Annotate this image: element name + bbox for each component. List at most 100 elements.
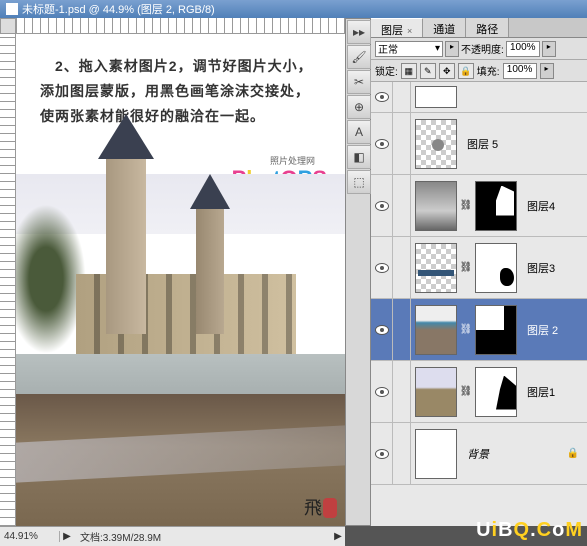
eye-icon bbox=[375, 92, 389, 102]
layer-thumb[interactable] bbox=[415, 181, 457, 231]
layer-thumb[interactable] bbox=[415, 367, 457, 417]
visibility-toggle[interactable] bbox=[371, 113, 393, 174]
layer-thumb[interactable] bbox=[415, 305, 457, 355]
mask-link-icon[interactable]: ⛓ bbox=[461, 181, 471, 231]
mask-thumb[interactable] bbox=[475, 243, 517, 293]
layer-name[interactable]: 图层1 bbox=[521, 384, 561, 400]
visibility-toggle[interactable] bbox=[371, 237, 393, 298]
close-icon[interactable]: × bbox=[407, 26, 412, 36]
eye-icon bbox=[375, 325, 389, 335]
layer-name[interactable]: 图层 2 bbox=[521, 322, 564, 338]
eye-icon bbox=[375, 263, 389, 273]
composite-image bbox=[16, 174, 345, 526]
link-col[interactable] bbox=[393, 237, 411, 298]
mask-thumb[interactable] bbox=[475, 305, 517, 355]
fill-label: 填充: bbox=[477, 63, 500, 78]
canvas-content: 2、拖入素材图片2，调节好图片大小，添加图层蒙版，用黑色画笔涂沫交接处，使两张素… bbox=[16, 34, 345, 526]
status-arrow[interactable]: ▶ bbox=[60, 531, 74, 542]
canvas[interactable]: 2、拖入素材图片2，调节好图片大小，添加图层蒙版，用黑色画笔涂沫交接处，使两张素… bbox=[16, 34, 345, 526]
vertical-toolbar: ▸▸ 🖌 ✂ ⊕ A ◧ ⬚ bbox=[345, 18, 371, 526]
eye-icon bbox=[375, 139, 389, 149]
layer-name[interactable]: 图层4 bbox=[521, 198, 561, 214]
eye-icon bbox=[375, 201, 389, 211]
link-col[interactable] bbox=[393, 299, 411, 360]
layer-row[interactable]: ⛓ 图层4 bbox=[371, 175, 587, 237]
tool-brush-icon[interactable]: 🖌 bbox=[347, 45, 371, 69]
watermark: UiBQ.CoM bbox=[476, 519, 583, 542]
lock-transparency-icon[interactable]: ▦ bbox=[401, 63, 417, 79]
blend-arrow[interactable]: ▸ bbox=[445, 41, 459, 57]
layer-row[interactable]: ⛓ 图层3 bbox=[371, 237, 587, 299]
eye-icon bbox=[375, 387, 389, 397]
tool-text-icon[interactable]: A bbox=[347, 120, 371, 144]
ruler-horizontal[interactable] bbox=[16, 18, 345, 34]
tool-slice-icon[interactable]: ⊕ bbox=[347, 95, 371, 119]
visibility-toggle[interactable] bbox=[371, 82, 393, 112]
fill-arrow[interactable]: ▸ bbox=[540, 63, 554, 79]
blend-row: 正常▾ ▸ 不透明度: 100% ▸ bbox=[371, 38, 587, 60]
opacity-input[interactable]: 100% bbox=[506, 41, 540, 57]
visibility-toggle[interactable] bbox=[371, 175, 393, 236]
layer-name[interactable]: 背景 bbox=[461, 446, 495, 462]
layer-row[interactable]: 图层 5 bbox=[371, 113, 587, 175]
link-col[interactable] bbox=[393, 113, 411, 174]
link-col[interactable] bbox=[393, 361, 411, 422]
visibility-toggle[interactable] bbox=[371, 299, 393, 360]
signature: 飛 bbox=[299, 498, 325, 516]
chevron-down-icon: ▾ bbox=[435, 43, 440, 54]
mask-thumb[interactable] bbox=[475, 181, 517, 231]
mask-thumb[interactable] bbox=[475, 367, 517, 417]
opacity-label: 不透明度: bbox=[461, 41, 504, 56]
tool-shape-icon[interactable]: ◧ bbox=[347, 145, 371, 169]
tool-hand-icon[interactable]: ⬚ bbox=[347, 170, 371, 194]
panels-area: 图层× 通道 路径 正常▾ ▸ 不透明度: 100% ▸ 锁定: ▦ ✎ ✥ 🔒… bbox=[371, 18, 587, 526]
layer-thumb[interactable] bbox=[415, 429, 457, 479]
instruction-text: 2、拖入素材图片2，调节好图片大小，添加图层蒙版，用黑色画笔涂沫交接处，使两张素… bbox=[16, 34, 345, 130]
tool-arrow-icon[interactable]: ▸▸ bbox=[347, 20, 371, 44]
lock-position-icon[interactable]: ✥ bbox=[439, 63, 455, 79]
doc-size-info: 文档:3.39M/28.9M bbox=[74, 529, 331, 544]
ruler-vertical[interactable] bbox=[0, 34, 16, 526]
eye-icon bbox=[375, 449, 389, 459]
mask-link-icon[interactable]: ⛓ bbox=[461, 367, 471, 417]
panel-tabs: 图层× 通道 路径 bbox=[371, 18, 587, 38]
lock-label: 锁定: bbox=[375, 63, 398, 78]
layers-list: 图层 5 ⛓ 图层4 ⛓ 图层3 bbox=[371, 82, 587, 526]
layer-thumb[interactable] bbox=[415, 243, 457, 293]
layer-name[interactable]: 图层3 bbox=[521, 260, 561, 276]
link-col[interactable] bbox=[393, 423, 411, 484]
seal-stamp bbox=[323, 498, 337, 518]
blend-mode-select[interactable]: 正常▾ bbox=[375, 41, 443, 57]
visibility-toggle[interactable] bbox=[371, 423, 393, 484]
status-arrow2[interactable]: ▶ bbox=[331, 531, 345, 542]
fill-input[interactable]: 100% bbox=[503, 63, 537, 79]
layer-row[interactable]: ⛓ 图层 2 bbox=[371, 299, 587, 361]
link-col[interactable] bbox=[393, 175, 411, 236]
opacity-arrow[interactable]: ▸ bbox=[542, 41, 556, 57]
tab-layers[interactable]: 图层× bbox=[371, 18, 423, 37]
lock-pixels-icon[interactable]: ✎ bbox=[420, 63, 436, 79]
tab-paths[interactable]: 路径 bbox=[466, 18, 509, 37]
ruler-corner[interactable] bbox=[0, 18, 16, 34]
doc-title: 未标题-1.psd @ 44.9% (图层 2, RGB/8) bbox=[22, 1, 215, 17]
mask-link-icon[interactable]: ⛓ bbox=[461, 305, 471, 355]
link-col[interactable] bbox=[393, 82, 411, 112]
layer-name[interactable]: 图层 5 bbox=[461, 136, 504, 152]
layer-thumb[interactable] bbox=[415, 119, 457, 169]
zoom-field[interactable]: 44.91% bbox=[0, 531, 60, 542]
doc-icon bbox=[6, 3, 18, 15]
mask-link-icon[interactable]: ⛓ bbox=[461, 243, 471, 293]
lock-all-icon[interactable]: 🔒 bbox=[458, 63, 474, 79]
tab-channels[interactable]: 通道 bbox=[423, 18, 466, 37]
document-title-bar: 未标题-1.psd @ 44.9% (图层 2, RGB/8) bbox=[0, 0, 587, 18]
visibility-toggle[interactable] bbox=[371, 361, 393, 422]
status-bar: 44.91% ▶ 文档:3.39M/28.9M ▶ bbox=[0, 526, 345, 546]
document-area: 2、拖入素材图片2，调节好图片大小，添加图层蒙版，用黑色画笔涂沫交接处，使两张素… bbox=[0, 18, 345, 526]
lock-icon: 🔒 bbox=[567, 448, 579, 459]
layer-row[interactable] bbox=[371, 82, 587, 113]
layer-row[interactable]: 背景 🔒 bbox=[371, 423, 587, 485]
layer-thumb[interactable] bbox=[415, 86, 457, 108]
layer-row[interactable]: ⛓ 图层1 bbox=[371, 361, 587, 423]
lock-row: 锁定: ▦ ✎ ✥ 🔒 填充: 100% ▸ bbox=[371, 60, 587, 82]
tool-crop-icon[interactable]: ✂ bbox=[347, 70, 371, 94]
